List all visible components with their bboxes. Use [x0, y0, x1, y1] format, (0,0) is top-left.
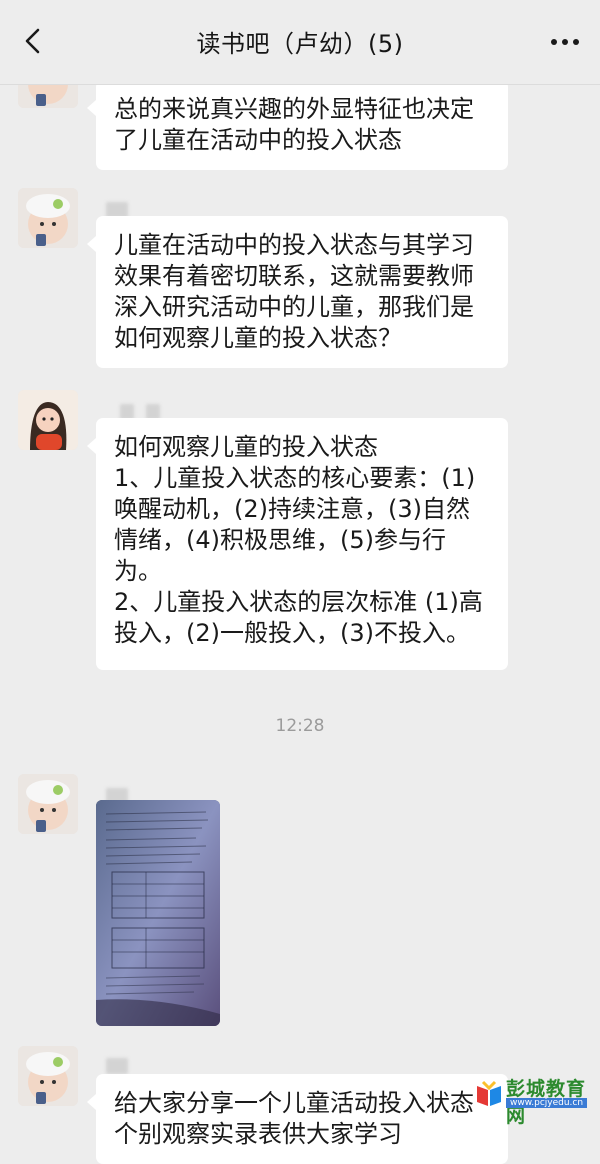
chat-header: 读书吧（卢幼）(5) — [0, 0, 600, 85]
message-timestamp: 12:28 — [275, 716, 325, 736]
avatar[interactable] — [18, 390, 78, 450]
book-logo-icon — [477, 1080, 501, 1106]
message-bubble[interactable]: 总的来说真兴趣的外显特征也决定 了儿童在活动中的投入状态 — [87, 80, 508, 170]
message-bubble[interactable]: 儿童在活动中的投入状态与其学习 效果有着密切联系，这就需要教师 深入研究活动中的… — [87, 216, 508, 368]
chat-area: 总的来说真兴趣的外显特征也决定 了儿童在活动中的投入状态 儿童在活动中的投入状态… — [0, 0, 600, 1164]
ellipsis-icon — [551, 39, 579, 45]
site-watermark: 彭城教育网 www.pcjyedu.cn — [474, 1074, 594, 1127]
message-bubble[interactable]: 如何观察儿童的投入状态 1、儿童投入状态的核心要素：(1) 唤醒动机，(2)持续… — [87, 418, 508, 670]
avatar[interactable] — [18, 1046, 78, 1106]
watermark-url: www.pcjyedu.cn — [506, 1098, 588, 1108]
sender-name-blurred — [106, 1058, 128, 1074]
image-message-thumbnail[interactable] — [96, 800, 220, 1026]
chat-title: 读书吧（卢幼）(5) — [196, 30, 404, 58]
avatar[interactable] — [18, 188, 78, 248]
more-options-button[interactable] — [548, 28, 582, 56]
avatar[interactable] — [18, 774, 78, 834]
message-bubble[interactable]: 给大家分享一个儿童活动投入状态 个别观察实录表供大家学习 — [87, 1074, 508, 1164]
